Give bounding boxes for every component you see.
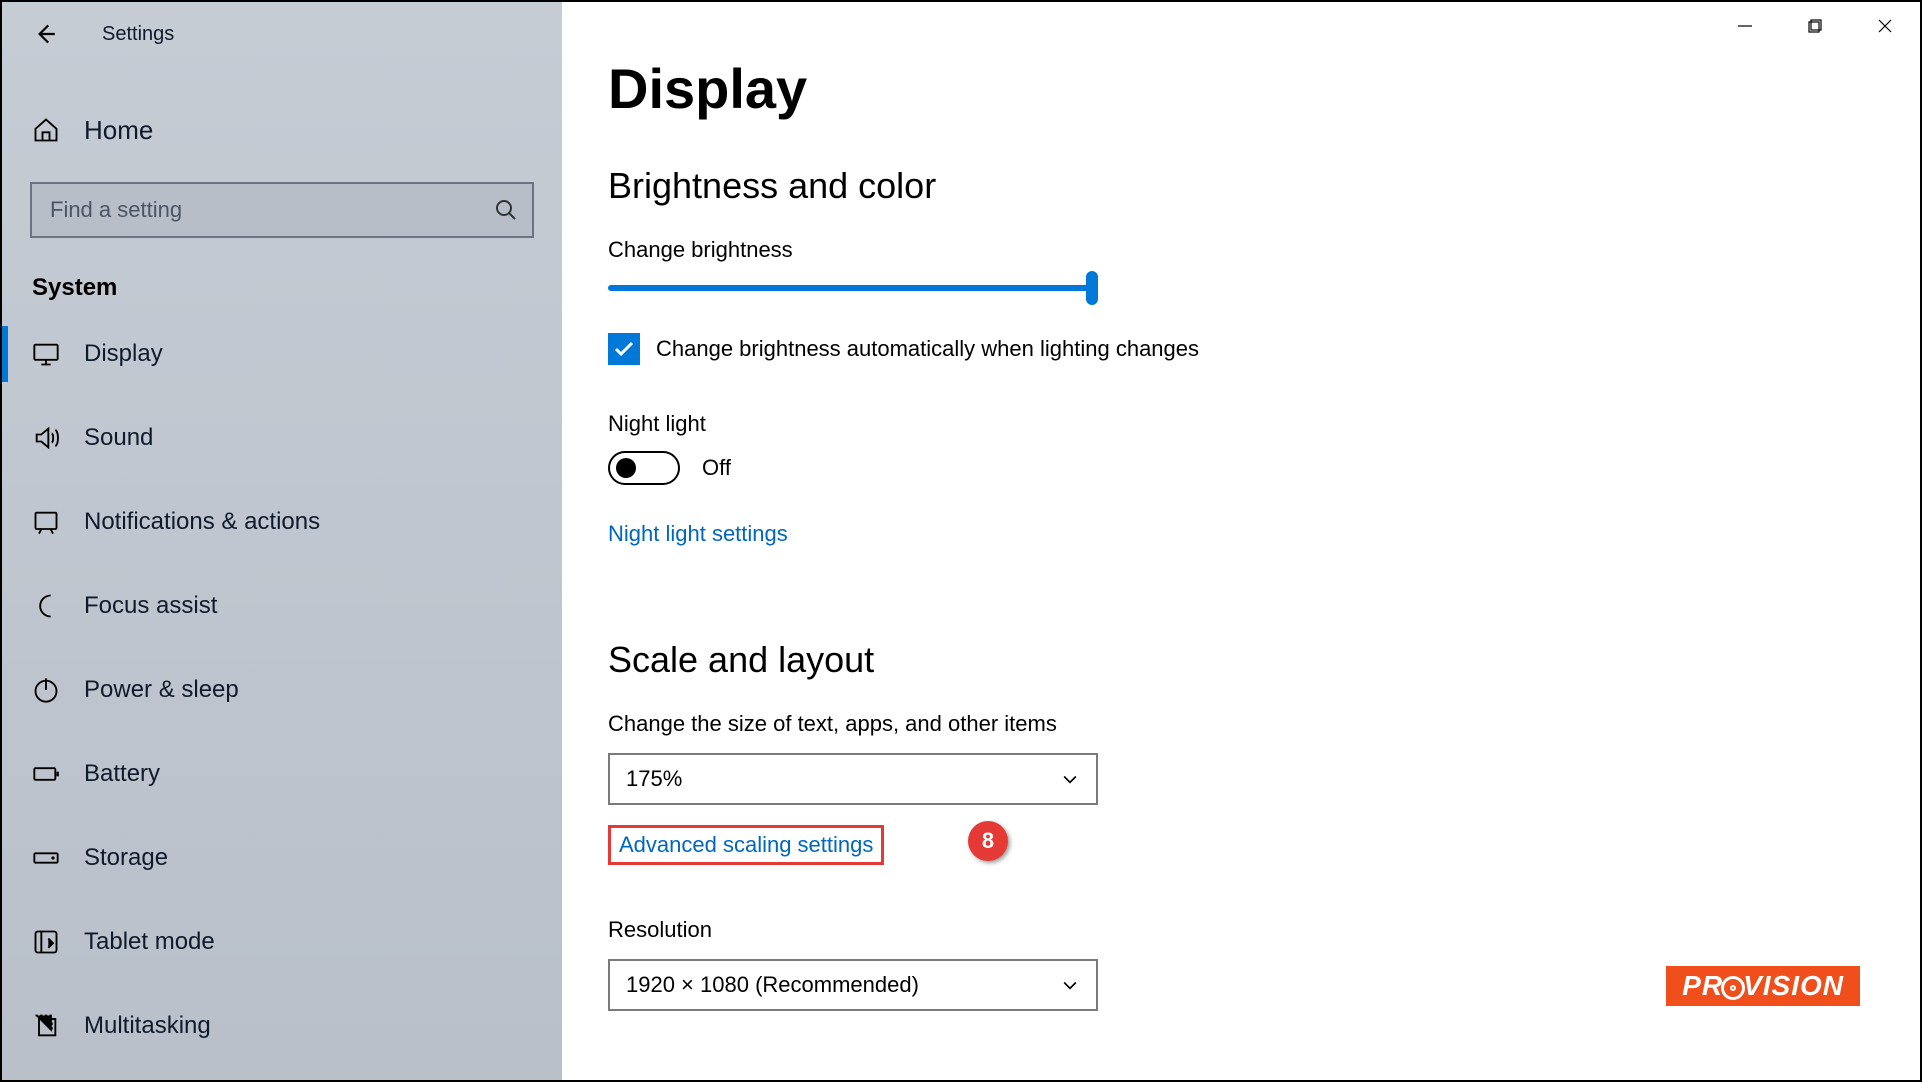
section-scale: Scale and layout	[608, 639, 1920, 681]
battery-icon	[32, 760, 60, 788]
notification-icon	[32, 508, 60, 536]
advanced-scaling-link[interactable]: Advanced scaling settings	[619, 832, 873, 858]
minimize-button[interactable]	[1710, 2, 1780, 50]
sidebar-item-label: Tablet mode	[84, 928, 215, 956]
watermark-pre: PR	[1682, 970, 1723, 1001]
annotation-box: Advanced scaling settings	[608, 825, 884, 865]
search-icon	[494, 198, 518, 222]
sidebar-item-label: Display	[84, 340, 163, 368]
brightness-label: Change brightness	[608, 237, 1920, 263]
sidebar-item-storage[interactable]: Storage	[2, 816, 562, 900]
storage-icon	[32, 844, 60, 872]
close-icon	[1877, 18, 1893, 34]
sidebar-home[interactable]: Home	[2, 92, 562, 168]
sidebar-item-display[interactable]: Display	[2, 312, 562, 396]
power-icon	[32, 676, 60, 704]
home-label: Home	[84, 115, 153, 146]
night-light-state: Off	[702, 455, 731, 481]
sidebar-item-label: Focus assist	[84, 592, 217, 620]
night-light-settings-link[interactable]: Night light settings	[608, 521, 788, 547]
chevron-down-icon	[1060, 769, 1080, 789]
night-light-toggle[interactable]	[608, 451, 680, 485]
watermark-post: VISION	[1743, 970, 1844, 1001]
sound-icon	[32, 424, 60, 452]
app-title: Settings	[102, 23, 174, 46]
page-title: Display	[608, 56, 1920, 121]
main-content: Display Brightness and color Change brig…	[562, 2, 1920, 1080]
annotation-number: 8	[982, 828, 994, 854]
sidebar-category: System	[2, 238, 562, 312]
maximize-icon	[1808, 19, 1822, 33]
sidebar: Settings Home System Display Sound	[2, 2, 562, 1080]
annotation-bubble: 8	[968, 821, 1008, 861]
brightness-slider[interactable]	[608, 285, 1098, 291]
sidebar-item-label: Multitasking	[84, 1012, 211, 1040]
search-input-wrap	[30, 182, 534, 238]
close-button[interactable]	[1850, 2, 1920, 50]
arrow-left-icon	[32, 21, 58, 47]
sidebar-item-notifications[interactable]: Notifications & actions	[2, 480, 562, 564]
minimize-icon	[1737, 18, 1753, 34]
resolution-value: 1920 × 1080 (Recommended)	[626, 972, 919, 998]
search-input[interactable]	[30, 182, 534, 238]
tablet-icon	[32, 928, 60, 956]
auto-brightness-label: Change brightness automatically when lig…	[656, 336, 1199, 362]
sidebar-item-label: Storage	[84, 844, 168, 872]
sidebar-item-label: Battery	[84, 760, 160, 788]
logo-o-icon	[1721, 976, 1745, 1000]
home-icon	[32, 116, 60, 144]
section-brightness: Brightness and color	[608, 165, 1920, 207]
auto-brightness-checkbox[interactable]	[608, 333, 640, 365]
slider-thumb[interactable]	[1086, 271, 1098, 305]
sidebar-item-power-sleep[interactable]: Power & sleep	[2, 648, 562, 732]
sidebar-item-label: Notifications & actions	[84, 508, 320, 536]
sidebar-item-focus-assist[interactable]: Focus assist	[2, 564, 562, 648]
scale-value: 175%	[626, 766, 682, 792]
resolution-dropdown[interactable]: 1920 × 1080 (Recommended)	[608, 959, 1098, 1011]
sidebar-item-label: Sound	[84, 424, 153, 452]
maximize-button[interactable]	[1780, 2, 1850, 50]
sidebar-item-multitasking[interactable]: Multitasking	[2, 984, 562, 1068]
night-light-label: Night light	[608, 411, 1920, 437]
check-icon	[612, 337, 636, 361]
sidebar-item-battery[interactable]: Battery	[2, 732, 562, 816]
moon-icon	[32, 592, 60, 620]
resolution-label: Resolution	[608, 917, 1920, 943]
watermark-logo: PR VISION	[1666, 966, 1860, 1006]
sidebar-item-sound[interactable]: Sound	[2, 396, 562, 480]
sidebar-item-label: Power & sleep	[84, 676, 239, 704]
chevron-down-icon	[1060, 975, 1080, 995]
sidebar-item-tablet-mode[interactable]: Tablet mode	[2, 900, 562, 984]
scale-dropdown[interactable]: 175%	[608, 753, 1098, 805]
back-button[interactable]	[32, 21, 58, 47]
monitor-icon	[32, 340, 60, 368]
scale-label: Change the size of text, apps, and other…	[608, 711, 1920, 737]
multitask-icon	[32, 1012, 60, 1040]
